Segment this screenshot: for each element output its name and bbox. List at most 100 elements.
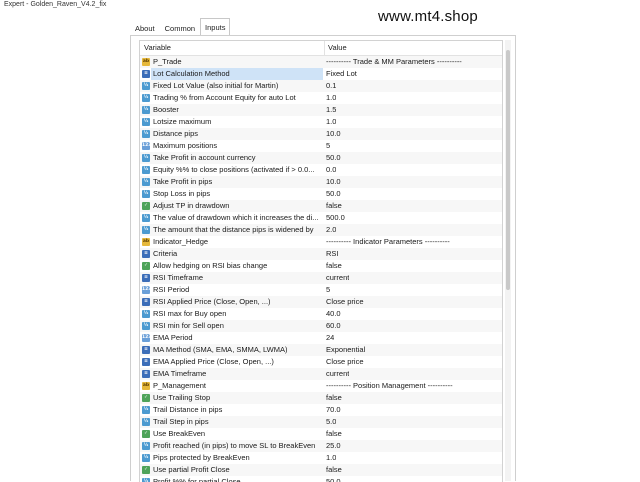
input-row[interactable]: ✓ Use Trailing Stop false <box>140 392 502 404</box>
variable-name[interactable]: Take Profit in account currency <box>151 152 323 164</box>
variable-value[interactable]: 5 <box>323 284 330 296</box>
variable-value[interactable]: RSI <box>323 248 339 260</box>
variable-name[interactable]: RSI Applied Price (Close, Open, ...) <box>151 296 323 308</box>
variable-value[interactable]: Fixed Lot <box>323 68 357 80</box>
variable-value[interactable]: ---------- Trade & MM Parameters -------… <box>323 56 462 68</box>
variable-name[interactable]: Lotsize maximum <box>151 116 323 128</box>
variable-name[interactable]: Adjust TP in drawdown <box>151 200 323 212</box>
variable-value[interactable]: Close price <box>323 296 364 308</box>
input-row[interactable]: ≡ MA Method (SMA, EMA, SMMA, LWMA) Exponen… <box>140 344 502 356</box>
variable-value[interactable]: 70.0 <box>323 404 341 416</box>
scrollbar-thumb[interactable] <box>506 50 510 290</box>
variable-value[interactable]: 0.1 <box>323 80 336 92</box>
variable-value[interactable]: 5 <box>323 140 330 152</box>
variable-value[interactable]: 1.0 <box>323 116 336 128</box>
variable-value[interactable]: Exponential <box>323 344 365 356</box>
variable-value[interactable]: 1.5 <box>323 104 336 116</box>
variable-value[interactable]: 50.0 <box>323 152 341 164</box>
variable-value[interactable]: Close price <box>323 356 364 368</box>
variable-value[interactable]: 0.0 <box>323 164 336 176</box>
input-row[interactable]: ≡ EMA Timeframe current <box>140 368 502 380</box>
variable-value[interactable]: false <box>323 392 342 404</box>
input-row[interactable]: ½ Fixed Lot Value (also initial for Marti… <box>140 80 502 92</box>
vertical-scrollbar[interactable] <box>505 40 511 481</box>
variable-name[interactable]: MA Method (SMA, EMA, SMMA, LWMA) <box>151 344 323 356</box>
input-row[interactable]: ≡ RSI Applied Price (Close, Open, ...) Clo… <box>140 296 502 308</box>
input-row[interactable]: ½ Take Profit in pips 10.0 <box>140 176 502 188</box>
variable-value[interactable]: 50.0 <box>323 188 341 200</box>
input-row[interactable]: ✓ Adjust TP in drawdown false <box>140 200 502 212</box>
variable-value[interactable]: ---------- Position Management ---------… <box>323 380 453 392</box>
variable-name[interactable]: Pips protected by BreakEven <box>151 452 323 464</box>
variable-name[interactable]: Take Profit in pips <box>151 176 323 188</box>
input-row[interactable]: ½ Profit reached (in pips) to move SL to … <box>140 440 502 452</box>
variable-name[interactable]: Stop Loss in pips <box>151 188 323 200</box>
variable-name[interactable]: RSI Period <box>151 284 323 296</box>
tab-inputs[interactable]: Inputs <box>200 18 231 36</box>
variable-name[interactable]: P_Trade <box>151 56 323 68</box>
variable-value[interactable]: 2.0 <box>323 224 336 236</box>
variable-name[interactable]: Criteria <box>151 248 323 260</box>
variable-value[interactable]: 50.0 <box>323 476 341 482</box>
column-header-value[interactable]: Value <box>325 41 347 55</box>
variable-name[interactable]: RSI Timeframe <box>151 272 323 284</box>
variable-value[interactable]: 10.0 <box>323 128 341 140</box>
input-row[interactable]: 123 EMA Period 24 <box>140 332 502 344</box>
variable-value[interactable]: 60.0 <box>323 320 341 332</box>
variable-name[interactable]: Trail Step in pips <box>151 416 323 428</box>
input-row[interactable]: ½ Pips protected by BreakEven 1.0 <box>140 452 502 464</box>
variable-value[interactable]: 5.0 <box>323 416 336 428</box>
variable-name[interactable]: Trading % from Account Equity for auto L… <box>151 92 323 104</box>
input-row[interactable]: ½ Distance pips 10.0 <box>140 128 502 140</box>
input-row[interactable]: ½ Lotsize maximum 1.0 <box>140 116 502 128</box>
input-row[interactable]: ½ Equity %% to close positions (activated… <box>140 164 502 176</box>
variable-name[interactable]: Distance pips <box>151 128 323 140</box>
variable-value[interactable]: 40.0 <box>323 308 341 320</box>
variable-value[interactable]: 500.0 <box>323 212 345 224</box>
variable-name[interactable]: Maximum positions <box>151 140 323 152</box>
variable-name[interactable]: Lot Calculation Method <box>151 68 323 80</box>
variable-value[interactable]: 24 <box>323 332 334 344</box>
input-row[interactable]: ≡ Criteria RSI <box>140 248 502 260</box>
variable-name[interactable]: Profit reached (in pips) to move SL to B… <box>151 440 323 452</box>
input-row[interactable]: ½ The value of drawdown which it increase… <box>140 212 502 224</box>
variable-name[interactable]: EMA Applied Price (Close, Open, ...) <box>151 356 323 368</box>
tab-about[interactable]: About <box>130 20 160 36</box>
input-row[interactable]: ½ Take Profit in account currency 50.0 <box>140 152 502 164</box>
variable-name[interactable]: Fixed Lot Value (also initial for Martin… <box>151 80 323 92</box>
variable-value[interactable]: 1.0 <box>323 92 336 104</box>
input-row[interactable]: ½ Stop Loss in pips 50.0 <box>140 188 502 200</box>
variable-value[interactable]: 1.0 <box>323 452 336 464</box>
input-row[interactable]: ≡ Lot Calculation Method Fixed Lot <box>140 68 502 80</box>
input-row[interactable]: ½ Trading % from Account Equity for auto … <box>140 92 502 104</box>
variable-name[interactable]: Use BreakEven <box>151 428 323 440</box>
variable-value[interactable]: false <box>323 260 342 272</box>
input-row[interactable]: 123 Maximum positions 5 <box>140 140 502 152</box>
variable-value[interactable]: 25.0 <box>323 440 341 452</box>
variable-value[interactable]: ---------- Indicator Parameters --------… <box>323 236 450 248</box>
input-row[interactable]: ½ Trail Distance in pips 70.0 <box>140 404 502 416</box>
variable-name[interactable]: EMA Period <box>151 332 323 344</box>
input-row[interactable]: ab Indicator_Hedge ---------- Indicator Pa… <box>140 236 502 248</box>
variable-name[interactable]: RSI min for Sell open <box>151 320 323 332</box>
variable-name[interactable]: RSI max for Buy open <box>151 308 323 320</box>
variable-name[interactable]: Equity %% to close positions (activated … <box>151 164 323 176</box>
input-row[interactable]: ≡ EMA Applied Price (Close, Open, ...) Clo… <box>140 356 502 368</box>
variable-name[interactable]: Use partial Profit Close <box>151 464 323 476</box>
variable-value[interactable]: false <box>323 428 342 440</box>
column-header-variable[interactable]: Variable <box>140 41 325 55</box>
input-row[interactable]: ½ Trail Step in pips 5.0 <box>140 416 502 428</box>
variable-name[interactable]: P_Management <box>151 380 323 392</box>
input-row[interactable]: ≡ RSI Timeframe current <box>140 272 502 284</box>
variable-name[interactable]: Indicator_Hedge <box>151 236 323 248</box>
variable-value[interactable]: current <box>323 272 349 284</box>
input-row[interactable]: ab P_Management ---------- Position Manage… <box>140 380 502 392</box>
variable-value[interactable]: false <box>323 200 342 212</box>
input-row[interactable]: ½ RSI min for Sell open 60.0 <box>140 320 502 332</box>
variable-name[interactable]: Profit %% for partial Close <box>151 476 323 482</box>
input-row[interactable]: ✓ Use partial Profit Close false <box>140 464 502 476</box>
input-row[interactable]: 123 RSI Period 5 <box>140 284 502 296</box>
variable-name[interactable]: Booster <box>151 104 323 116</box>
input-row[interactable]: ✓ Use BreakEven false <box>140 428 502 440</box>
variable-value[interactable]: 10.0 <box>323 176 341 188</box>
